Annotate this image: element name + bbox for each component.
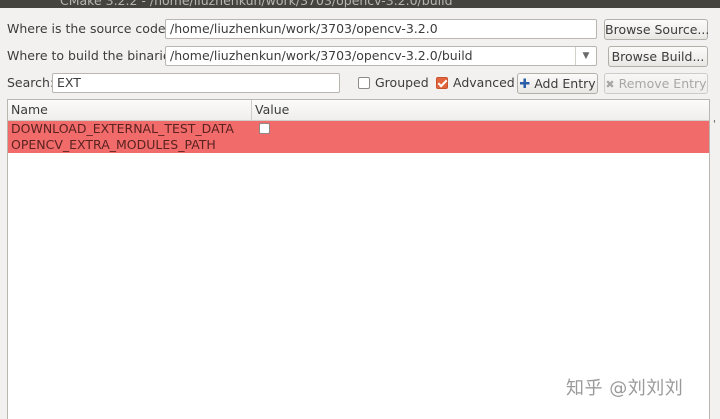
source-label: Where is the source code: bbox=[7, 21, 170, 36]
column-header-value[interactable]: Value bbox=[251, 100, 695, 120]
build-label: Where to build the binaries: bbox=[7, 48, 182, 63]
remove-entry-button[interactable]: ✖ Remove Entry bbox=[604, 73, 708, 94]
plus-icon: ✚ bbox=[519, 77, 531, 92]
cache-table[interactable]: Name Value DOWNLOAD_EXTERNAL_TEST_DATA O… bbox=[7, 99, 710, 419]
advanced-checkbox[interactable] bbox=[436, 77, 448, 89]
remove-icon: ✖ bbox=[605, 78, 615, 91]
source-path-input[interactable]: /home/liuzhenkun/work/3703/opencv-3.2.0 bbox=[165, 19, 597, 39]
browse-source-button[interactable]: Browse Source... bbox=[604, 19, 710, 40]
browse-build-label: Browse Build... bbox=[611, 49, 705, 64]
chevron-down-icon[interactable]: ▼ bbox=[575, 47, 596, 65]
table-header: Name Value bbox=[8, 100, 709, 121]
row-value-checkbox[interactable] bbox=[259, 123, 270, 134]
row-name: DOWNLOAD_EXTERNAL_TEST_DATA bbox=[11, 121, 234, 136]
grouped-label: Grouped bbox=[375, 75, 429, 90]
browse-source-label: Browse Source... bbox=[605, 22, 710, 37]
search-label: Search: bbox=[7, 75, 55, 90]
row-name: OPENCV_EXTRA_MODULES_PATH bbox=[11, 137, 216, 152]
edge-mark: ' bbox=[713, 119, 716, 130]
window-titlebar: CMake 3.2.2 - /home/liuzhenkun/work/3703… bbox=[0, 0, 720, 8]
add-entry-label: Add Entry bbox=[534, 76, 596, 91]
watermark: 知乎 @刘刘刘 bbox=[566, 378, 684, 399]
grouped-checkbox[interactable] bbox=[358, 77, 370, 89]
table-row[interactable]: DOWNLOAD_EXTERNAL_TEST_DATA bbox=[8, 121, 709, 137]
remove-entry-label: Remove Entry bbox=[618, 76, 707, 91]
advanced-label: Advanced bbox=[453, 75, 515, 90]
window-title: CMake 3.2.2 - /home/liuzhenkun/work/3703… bbox=[60, 0, 453, 8]
column-header-name[interactable]: Name bbox=[8, 100, 251, 120]
build-path-combo[interactable]: /home/liuzhenkun/work/3703/opencv-3.2.0/… bbox=[165, 46, 597, 66]
build-path-value: /home/liuzhenkun/work/3703/opencv-3.2.0/… bbox=[170, 48, 473, 63]
browse-build-button[interactable]: Browse Build... bbox=[608, 46, 708, 67]
table-row[interactable]: OPENCV_EXTRA_MODULES_PATH bbox=[8, 137, 709, 153]
search-input[interactable]: EXT bbox=[52, 73, 340, 93]
add-entry-button[interactable]: ✚ Add Entry bbox=[517, 73, 598, 94]
